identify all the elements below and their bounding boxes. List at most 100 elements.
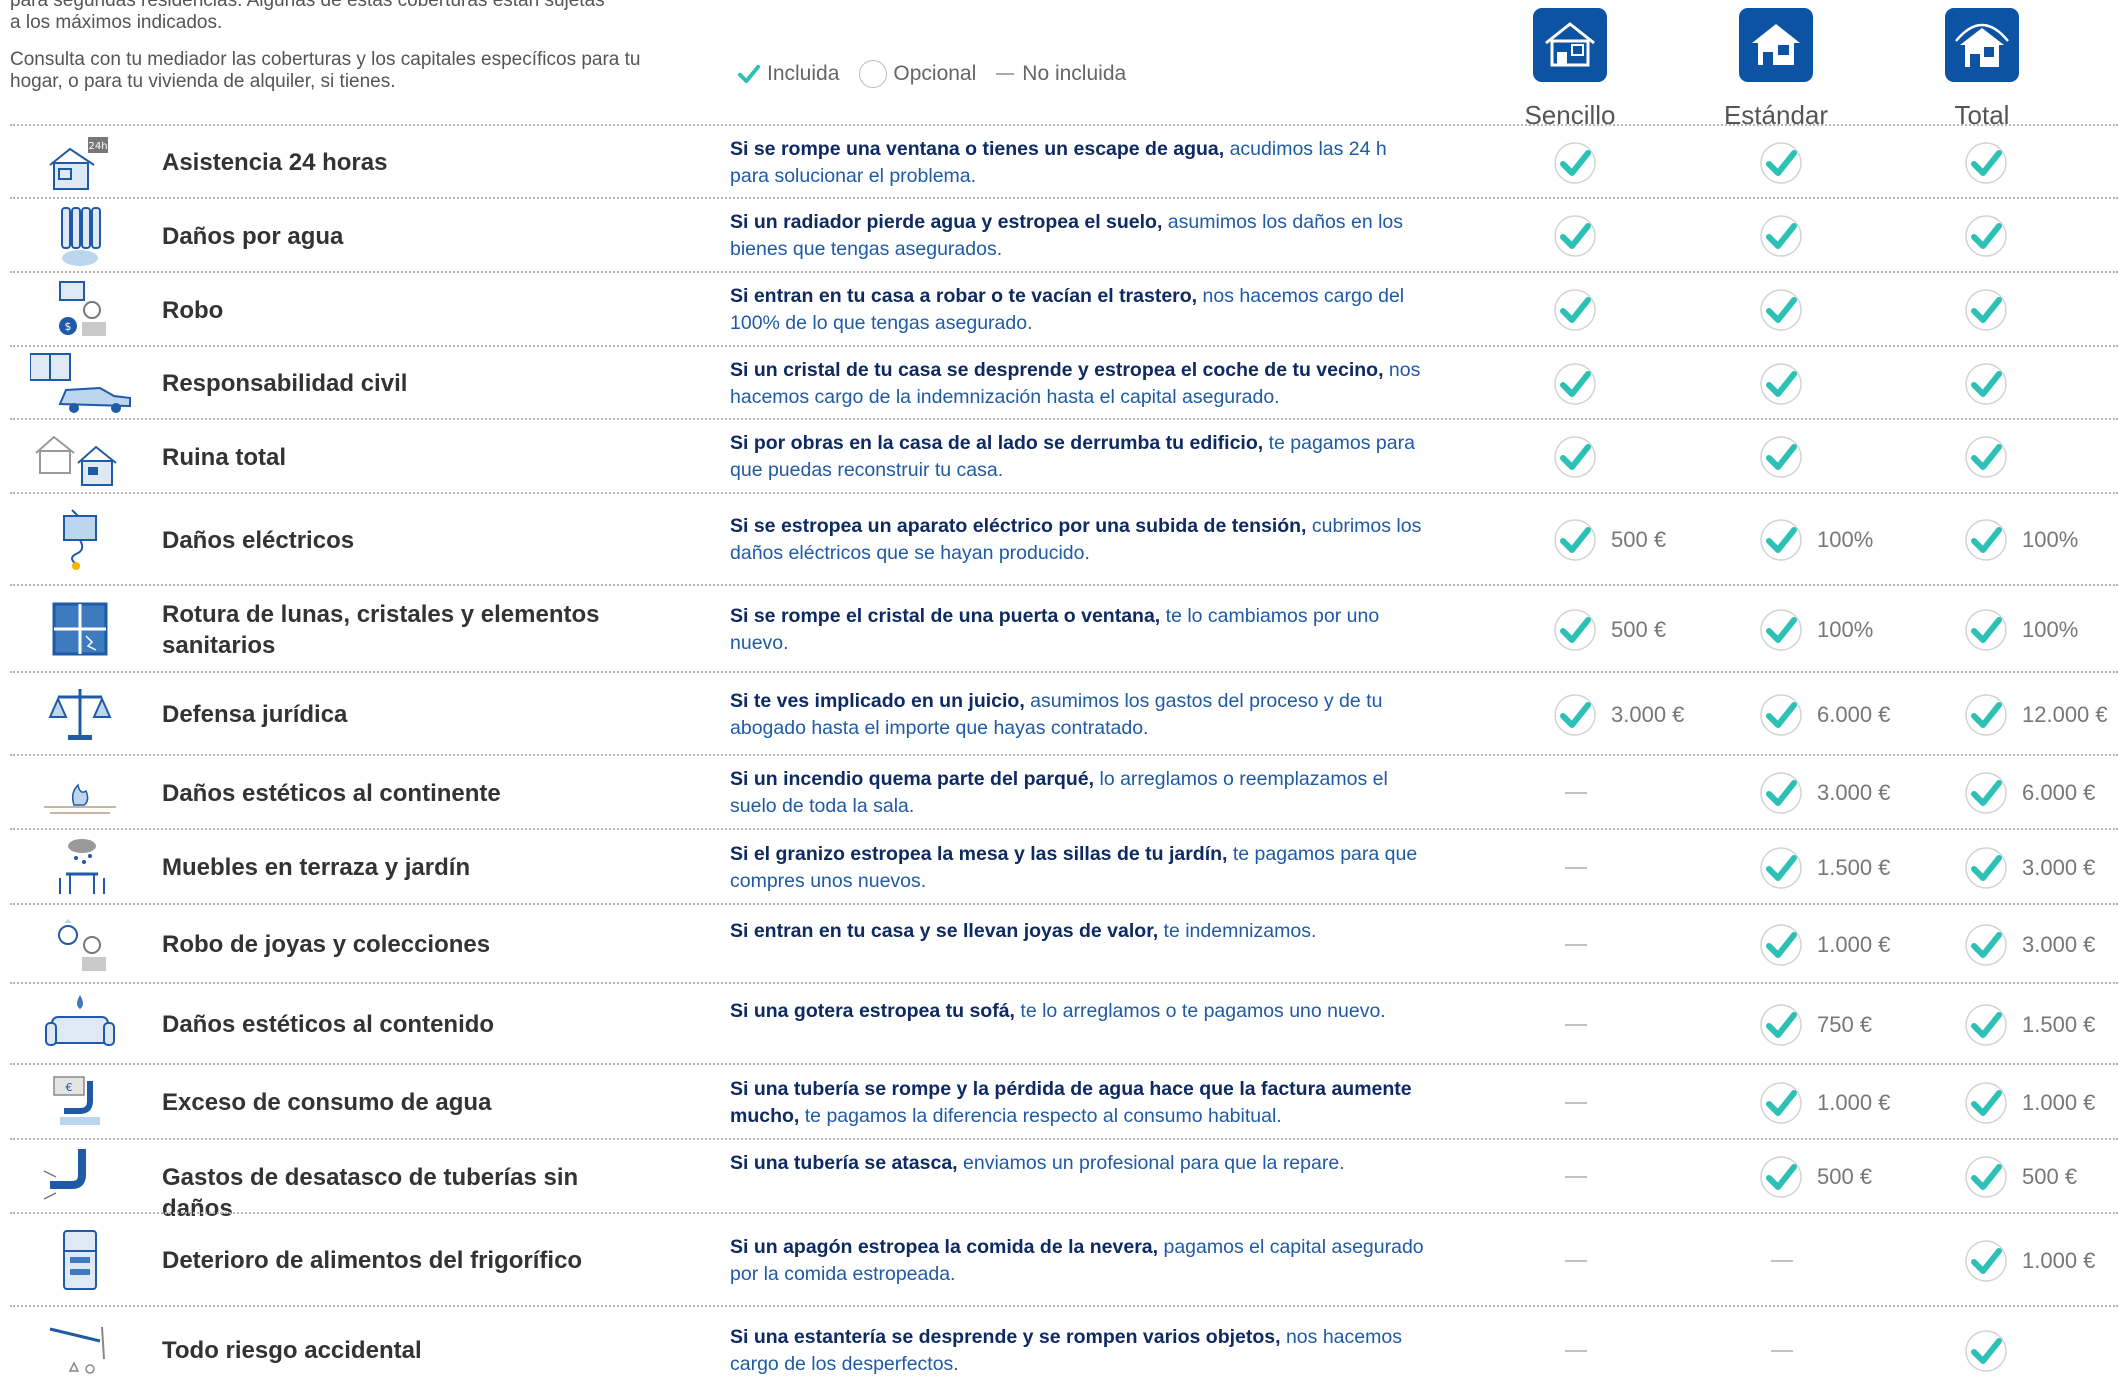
coverage-limit: 1.500 € (1817, 854, 1891, 880)
check-icon (1760, 1003, 1802, 1046)
coverage-description: Si un cristal de tu casa se desprende y … (730, 357, 1430, 411)
coverage-cell-estandar: 750 € (1759, 1003, 1872, 1047)
coverage-cell-total: 3.000 € (1964, 923, 2095, 967)
description-highlight: Si se estropea un aparato eléctrico por … (730, 515, 1307, 537)
coverage-limit: 1.000 € (2022, 1089, 2096, 1115)
coverage-title: Ruina total (162, 443, 286, 471)
check-icon (737, 64, 761, 84)
coverage-row: Deterioro de alimentos del frigorífico Si… (10, 1212, 2118, 1307)
legend-optional: Opcional (859, 60, 976, 88)
svg-text:$: $ (65, 320, 72, 333)
check-icon (1760, 289, 1802, 331)
coverage-limit: 100% (1817, 616, 1874, 642)
coverage-limit: 750 € (1817, 1011, 1873, 1037)
coverage-cell-total: 1.000 € (1964, 1239, 2095, 1283)
check-icon (1554, 693, 1596, 736)
coverage-cell-total: 1.500 € (1964, 1003, 2095, 1047)
leaking-sofa-icon (30, 993, 130, 1057)
coverage-row: Responsabilidad civil Si un cristal de tu… (10, 345, 2118, 420)
collapsed-house-icon (30, 425, 130, 489)
jewel-thief-icon (30, 913, 130, 977)
coverage-cell-total (1964, 214, 2022, 258)
coverage-cell-total: 12.000 € (1964, 693, 2108, 737)
check-icon (1760, 436, 1802, 478)
house-icon (1533, 8, 1607, 82)
coverage-cell-total (1964, 435, 2022, 479)
coverage-description: Si un apagón estropea la comida de la ne… (730, 1234, 1430, 1288)
robbery-icon: $ (30, 278, 130, 342)
coverage-description: Si se estropea un aparato eléctrico por … (730, 513, 1430, 567)
legend-optional-label: Opcional (893, 62, 977, 85)
coverage-description: Si una estantería se desprende y se romp… (730, 1324, 1430, 1378)
coverage-title: Defensa jurídica (162, 701, 348, 728)
falling-shelf-icon (30, 1319, 130, 1383)
check-icon (1760, 519, 1802, 561)
check-icon (1965, 693, 2007, 736)
coverage-limit: 500 € (1611, 527, 1667, 552)
check-icon (1965, 289, 2007, 331)
coverage-cell-sencillo: 500 € (1553, 518, 1666, 562)
coverage-description: Si una tubería se rompe y la pérdida de … (730, 1076, 1430, 1130)
coverage-description: Si el granizo estropea la mesa y las sil… (730, 841, 1430, 895)
coverage-title: Asistencia 24 horas (162, 149, 388, 176)
coverage-description: Si se rompe el cristal de una puerta o v… (730, 603, 1430, 657)
coverage-cell-total: 3.000 € (1964, 846, 2095, 890)
check-icon (1760, 846, 1802, 889)
description-highlight: Si un radiador pierde agua y estropea el… (730, 211, 1163, 233)
coverage-title: Robo de joyas y colecciones (162, 931, 491, 958)
coverage-limit: 100% (1817, 527, 1874, 552)
scales-icon (30, 683, 130, 747)
coverage-title: Daños estéticos al continente (162, 779, 501, 807)
coverage-limit: 1.000 € (1817, 1089, 1891, 1115)
description-text: enviamos un profesional para que la repa… (957, 1152, 1345, 1174)
check-icon (1760, 693, 1802, 736)
legend-not-included: No incluida (996, 62, 1126, 86)
coverage-title: Rotura de lunas, cristales y elementos s… (162, 600, 600, 659)
legend-included: Incluida (735, 61, 839, 87)
coverage-cell-sencillo (1553, 362, 1611, 406)
intro-advice: Consulta con tu mediador las coberturas … (10, 49, 641, 92)
coverage-row: Daños estéticos al contenido Si una goter… (10, 982, 2118, 1065)
dash-icon (1771, 1259, 1793, 1262)
coverage-row: Daños eléctricos Si se estropea un aparat… (10, 492, 2118, 586)
coverage-row: Daños por agua Si un radiador pierde agua… (10, 197, 2118, 273)
dash-icon (1565, 1023, 1587, 1026)
coverage-limit: 12.000 € (2022, 701, 2108, 727)
coverage-cell-sencillo (1553, 923, 1587, 967)
coverage-cell-sencillo (1553, 1081, 1587, 1125)
coverage-limit: 3.000 € (1817, 780, 1891, 805)
coverage-title: Robo (162, 296, 224, 324)
check-icon (1965, 1081, 2007, 1124)
circle-icon (859, 60, 888, 88)
dash-icon (1565, 866, 1587, 869)
legend-included-label: Incluida (767, 62, 840, 85)
coverage-cell-total: 100% (1964, 518, 2078, 562)
coverage-description: Si se rompe una ventana o tienes un esca… (730, 136, 1430, 190)
check-icon (1760, 923, 1802, 966)
check-icon (1965, 362, 2007, 405)
coverage-row: Rotura de lunas, cristales y elementos s… (10, 584, 2118, 673)
description-text: te lo arreglamos o te pagamos uno nuevo. (1014, 999, 1386, 1022)
check-icon (1965, 436, 2007, 478)
coverage-description: Si una gotera estropea tu sofá, te lo ar… (730, 998, 1430, 1025)
broken-window-icon (30, 598, 130, 662)
plan-header-sencillo: Sencillo (1505, 8, 1635, 131)
check-icon (1760, 608, 1802, 651)
description-highlight: Si entran en tu casa a robar o te vacían… (730, 285, 1198, 307)
description-highlight: Si una estantería se desprende y se romp… (730, 1325, 1281, 1348)
coverage-description: Si una tubería se atasca, enviamos un pr… (730, 1150, 1430, 1177)
water-bill-icon: € (30, 1071, 130, 1135)
window-car-icon (29, 352, 131, 416)
coverage-cell-sencillo (1553, 288, 1611, 332)
coverage-title: Daños eléctricos (162, 526, 355, 554)
coverage-row: $ Robo Si entran en tu casa a robar o te v… (10, 271, 2118, 347)
legend: Incluida Opcional No incluida (735, 60, 1146, 88)
coverage-row: 24h Asistencia 24 horas Si se rompe una ve… (10, 124, 2118, 199)
coverage-title: Responsabilidad civil (162, 370, 408, 397)
coverage-cell-estandar (1759, 1239, 1793, 1283)
coverage-cell-estandar (1759, 435, 1817, 479)
svg-text:24h: 24h (88, 141, 107, 152)
dash-icon (1565, 1349, 1587, 1352)
check-icon (1965, 923, 2007, 966)
coverage-cell-sencillo (1553, 1003, 1587, 1047)
